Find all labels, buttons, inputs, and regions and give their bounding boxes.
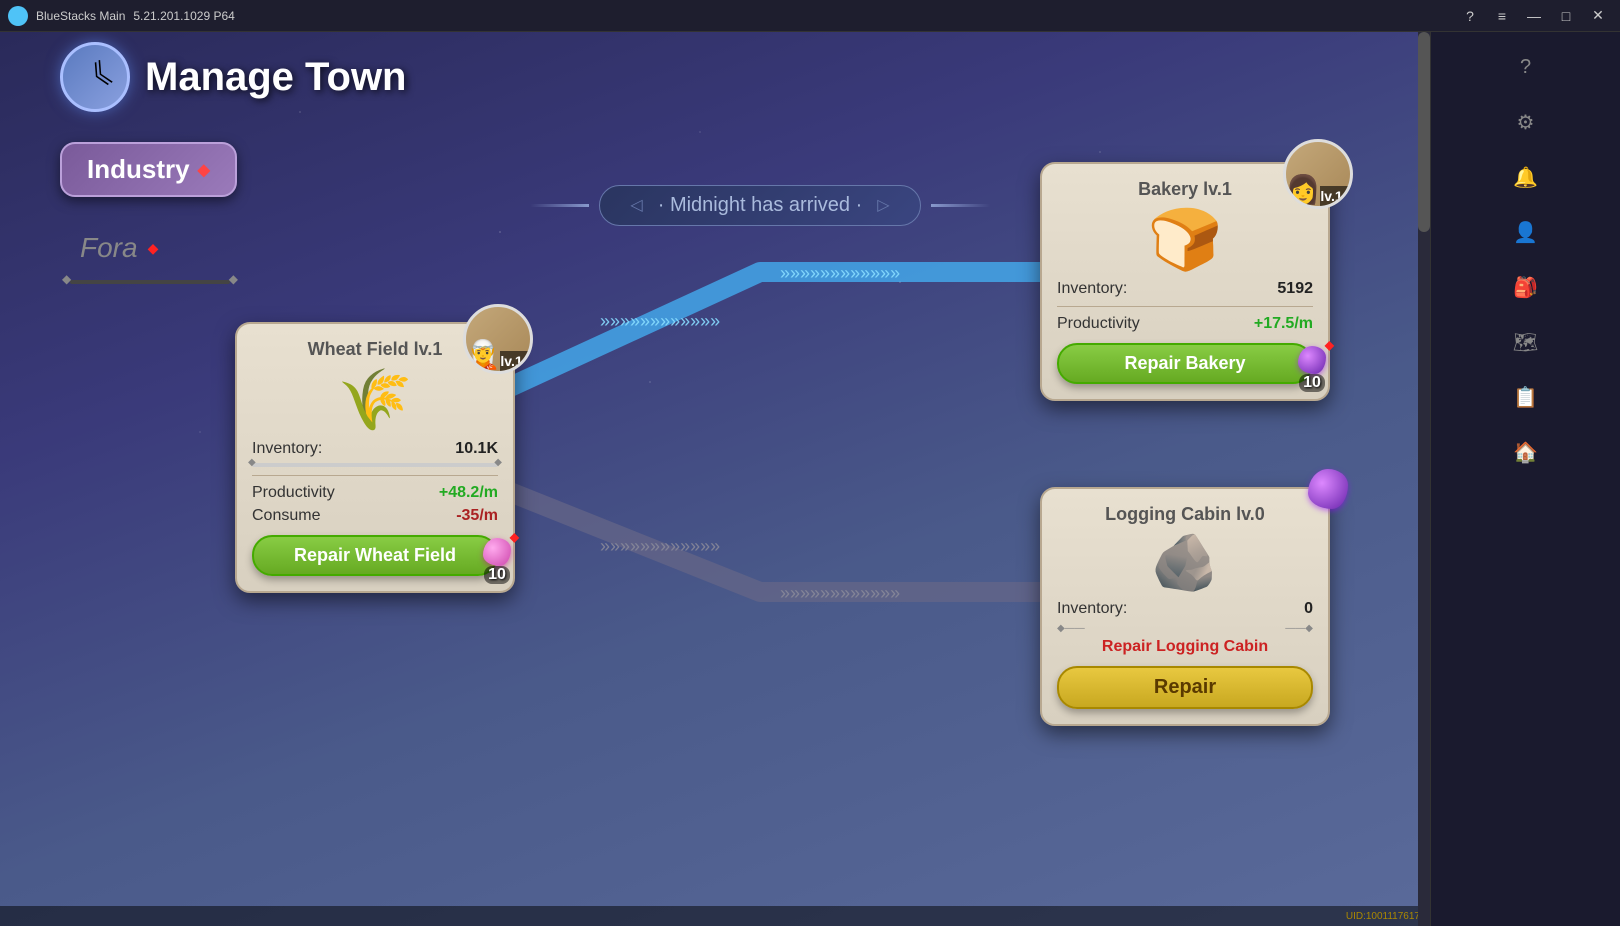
repair-logging-label: Repair Logging Cabin <box>1057 638 1313 656</box>
page-title: Manage Town <box>145 55 406 100</box>
sidebar-icon-help[interactable]: ? <box>1501 42 1551 92</box>
sidebar-icon-settings[interactable]: ⚙ <box>1501 97 1551 147</box>
wheat-inventory-stat: Inventory: 10.1K <box>252 440 498 458</box>
repair-logging-button-label: Repair <box>1154 676 1216 698</box>
industry-button[interactable]: Industry ◆ <box>60 142 237 197</box>
menu-button[interactable]: ≡ <box>1488 6 1516 26</box>
wheat-field-avatar: 🧝 lv.16 <box>463 304 533 374</box>
bakery-productivity-label: Productivity <box>1057 315 1140 333</box>
logging-inventory-label: Inventory: <box>1057 600 1127 618</box>
midnight-banner: ◁ · Midnight has arrived · ▷ <box>530 180 990 230</box>
right-sidebar: ? ⚙ 🔔 👤 🎒 🗺 📋 🏠 <box>1430 32 1620 926</box>
logging-bar-decorations: ◆—— ——◆ <box>1057 623 1313 634</box>
banner-chevron-right: ▷ <box>877 195 889 215</box>
help-button[interactable]: ? <box>1456 6 1484 26</box>
sidebar-icon-quests[interactable]: 📋 <box>1501 372 1551 422</box>
logging-gem-decoration <box>1308 469 1348 509</box>
industry-label: Industry <box>87 154 190 185</box>
window-controls: ? ≡ — □ ✕ <box>1456 6 1620 26</box>
logging-inventory-value: 0 <box>1304 600 1313 618</box>
bakery-avatar: 👩 lv.16 <box>1283 139 1353 209</box>
repair-bakery-button[interactable]: Repair Bakery ◆ 10 <box>1057 343 1313 384</box>
logging-gem-icon <box>1308 469 1348 509</box>
maximize-button[interactable]: □ <box>1552 6 1580 26</box>
wheat-consume-stat: Consume -35/m <box>252 507 498 525</box>
sidebar-icon-inventory[interactable]: 🎒 <box>1501 262 1551 312</box>
bakery-productivity-stat: Productivity +17.5/m <box>1057 315 1313 333</box>
sidebar-icon-notifications[interactable]: 🔔 <box>1501 152 1551 202</box>
bakery-inventory-value: 5192 <box>1277 280 1313 298</box>
repair-bakery-cost: ◆ 10 <box>1298 346 1326 392</box>
fora-label-area: Fora ◆ <box>80 232 158 264</box>
wheat-gem-diamond: ◆ <box>510 530 519 544</box>
bakery-inventory-label: Inventory: <box>1057 280 1127 298</box>
sidebar-icon-map[interactable]: 🗺 <box>1501 317 1551 367</box>
fora-text: Fora <box>80 232 138 264</box>
repair-wheat-label: Repair Wheat Field <box>294 545 456 565</box>
wheat-consume-value: -35/m <box>456 507 498 525</box>
wheat-card-divider <box>252 475 498 476</box>
logging-inventory-stat: Inventory: 0 <box>1057 600 1313 618</box>
logging-cabin-header: Logging Cabin lv.0 <box>1057 504 1313 525</box>
midnight-text-container: ◁ · Midnight has arrived · ▷ <box>599 185 920 226</box>
bottom-status-bar: UID:1001117617 <box>0 906 1430 926</box>
wheat-consume-label: Consume <box>252 507 320 525</box>
sidebar-icon-home[interactable]: 🏠 <box>1501 427 1551 477</box>
wheat-inventory-value: 10.1K <box>455 440 498 458</box>
industry-diamond-icon: ◆ <box>198 160 210 180</box>
bakery-inventory-stat: Inventory: 5192 <box>1057 280 1313 298</box>
midnight-text: · Midnight has arrived · <box>658 194 863 217</box>
close-button[interactable]: ✕ <box>1584 6 1612 26</box>
repair-bakery-label: Repair Bakery <box>1124 353 1245 373</box>
bar-left-arrow: ◆—— <box>1057 623 1085 634</box>
scrollbar-thumb[interactable] <box>1418 32 1430 232</box>
bluestacks-logo <box>8 6 28 26</box>
window-chrome: BlueStacks Main 5.21.201.1029 P64 ? ≡ — … <box>0 0 1620 32</box>
game-area: 《 Manage Town Industry ◆ Fora ◆ ◁ · Midn… <box>0 32 1430 926</box>
repair-wheat-cost: ◆ 10 <box>483 538 511 584</box>
repair-logging-button[interactable]: Repair <box>1057 666 1313 709</box>
log-icon: 🪨 <box>1057 535 1313 590</box>
bakery-header: Bakery lv.1 <box>1057 179 1313 200</box>
bakery-gem-diamond: ◆ <box>1325 338 1334 352</box>
window-title-text: BlueStacks Main <box>36 9 125 23</box>
uid-text: UID:1001117617 <box>1346 911 1420 922</box>
wheat-gem-icon <box>483 538 511 566</box>
sidebar-icon-profile[interactable]: 👤 <box>1501 207 1551 257</box>
wheat-field-header: Wheat Field lv.1 <box>252 339 498 360</box>
title-bar: 《 Manage Town <box>60 42 406 112</box>
wheat-productivity-stat: Productivity +48.2/m <box>252 484 498 502</box>
bread-icon: 🍞 <box>1057 210 1313 270</box>
banner-right-arrow <box>931 204 990 207</box>
window-title-area: BlueStacks Main 5.21.201.1029 P64 <box>0 6 235 26</box>
scrollbar-track[interactable] <box>1418 32 1430 926</box>
wheat-productivity-value: +48.2/m <box>439 484 498 502</box>
bakery-card: 👩 lv.16 Bakery lv.1 🍞 Inventory: 5192 Pr… <box>1040 162 1330 401</box>
repair-wheat-button[interactable]: Repair Wheat Field ◆ 10 <box>252 535 498 576</box>
bakery-productivity-value: +17.5/m <box>1254 315 1313 333</box>
wheat-productivity-label: Productivity <box>252 484 335 502</box>
minimize-button[interactable]: — <box>1520 6 1548 26</box>
wheat-field-card: 🧝 lv.16 Wheat Field lv.1 🌾 Inventory: 10… <box>235 322 515 593</box>
bakery-repair-cost-number: 10 <box>1299 374 1325 392</box>
wheat-inventory-label: Inventory: <box>252 440 322 458</box>
window-version-text: 5.21.201.1029 P64 <box>133 9 234 23</box>
wheat-inventory-bar <box>252 463 498 467</box>
fora-diamond-icon: ◆ <box>148 240 159 257</box>
banner-left-arrow <box>530 204 589 207</box>
bar-right-arrow: ——◆ <box>1285 623 1313 634</box>
logging-cabin-card: Logging Cabin lv.0 🪨 Inventory: 0 ◆—— ——… <box>1040 487 1330 726</box>
bakery-card-divider <box>1057 306 1313 307</box>
title-icon: 《 <box>60 42 130 112</box>
banner-chevron-left: ◁ <box>630 195 642 215</box>
wheat-icon: 🌾 <box>252 370 498 430</box>
fora-progress-bar <box>70 280 230 284</box>
back-arrows-icon: 《 <box>73 53 117 102</box>
bakery-gem-icon <box>1298 346 1326 374</box>
wheat-repair-cost-number: 10 <box>484 566 510 584</box>
